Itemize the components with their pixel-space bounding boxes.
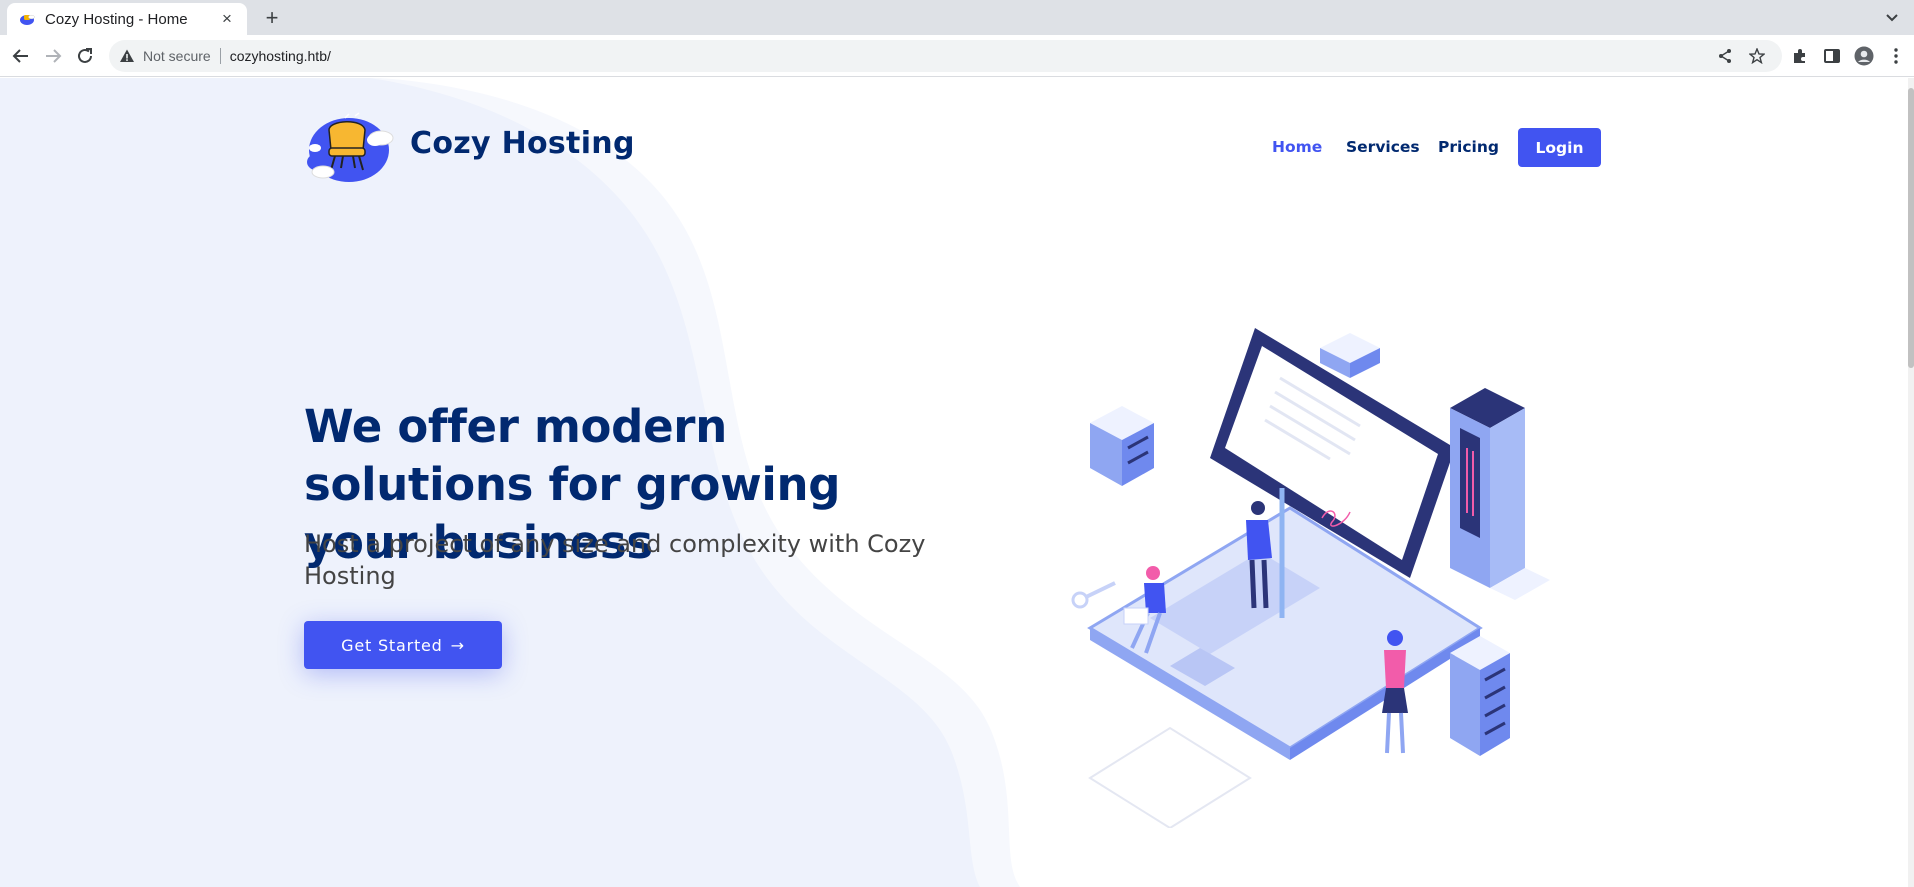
browser-toolbar: Not secure cozyhosting.htb/ xyxy=(0,35,1914,77)
extensions-icon[interactable] xyxy=(1788,44,1812,68)
scrollbar-thumb[interactable] xyxy=(1908,88,1914,368)
get-started-label: Get Started xyxy=(341,635,443,655)
side-panel-icon[interactable] xyxy=(1820,44,1844,68)
nav-home[interactable]: Home xyxy=(1272,138,1322,156)
login-button[interactable]: Login xyxy=(1518,128,1601,167)
security-label[interactable]: Not secure xyxy=(143,48,211,64)
brand-name[interactable]: Cozy Hosting xyxy=(410,126,635,161)
hero-subtitle: Host a project of any size and complexit… xyxy=(304,530,926,590)
tab-title: Cozy Hosting - Home xyxy=(45,10,188,28)
site-logo[interactable] xyxy=(305,110,397,186)
nav-services[interactable]: Services xyxy=(1346,138,1420,156)
back-icon[interactable] xyxy=(9,44,33,68)
page-viewport: Cozy Hosting Home Services Pricing Login… xyxy=(0,78,1908,887)
tab-strip: Cozy Hosting - Home × + xyxy=(0,0,1914,35)
hero-background xyxy=(0,78,1908,887)
arrow-right-icon: → xyxy=(450,635,465,655)
menu-icon[interactable] xyxy=(1884,44,1908,68)
page-scrollbar[interactable] xyxy=(1908,78,1914,887)
forward-icon[interactable] xyxy=(41,44,65,68)
site-favicon-icon xyxy=(20,14,35,25)
star-icon[interactable] xyxy=(1749,40,1765,72)
nav-pricing[interactable]: Pricing xyxy=(1438,138,1499,156)
warning-icon xyxy=(120,49,134,62)
omnibox-separator xyxy=(219,48,221,64)
hero-illustration xyxy=(1071,328,1550,828)
tab-search-icon[interactable] xyxy=(1882,7,1902,27)
url-text[interactable]: cozyhosting.htb/ xyxy=(230,48,331,64)
get-started-button[interactable]: Get Started → xyxy=(304,621,502,669)
browser-tab[interactable]: Cozy Hosting - Home × xyxy=(7,3,247,35)
new-tab-button[interactable]: + xyxy=(258,5,286,31)
address-bar[interactable]: Not secure cozyhosting.htb/ xyxy=(109,40,1782,72)
tab-close-icon[interactable]: × xyxy=(217,9,237,29)
share-icon[interactable] xyxy=(1717,40,1733,72)
profile-icon[interactable] xyxy=(1852,44,1876,68)
reload-icon[interactable] xyxy=(73,44,97,68)
